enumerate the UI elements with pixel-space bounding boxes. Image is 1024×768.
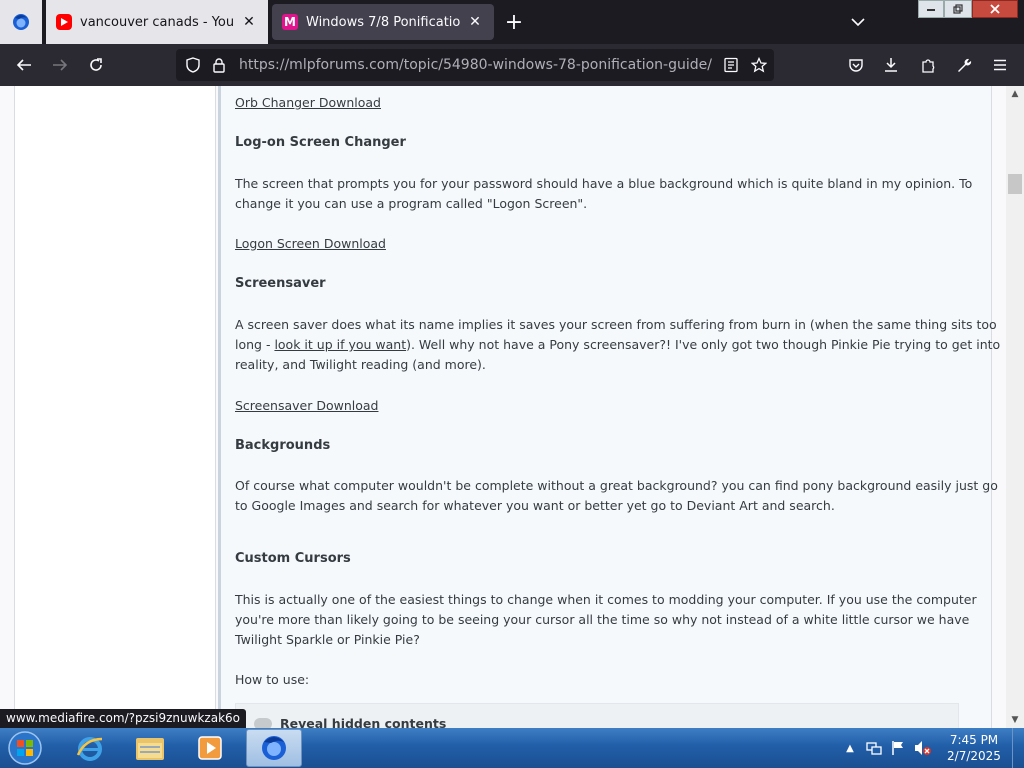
youtube-icon xyxy=(56,14,72,30)
minimize-button[interactable] xyxy=(918,0,944,18)
logon-heading: Log-on Screen Changer xyxy=(235,135,406,150)
logon-text-line: change it you can use a program called "… xyxy=(235,196,588,211)
network-icon[interactable] xyxy=(864,734,884,762)
screensaver-text-line: A screen saver does what its name implie… xyxy=(235,317,997,332)
forward-button[interactable] xyxy=(46,51,74,79)
restore-button[interactable] xyxy=(944,0,972,18)
url-path: /topic/54980-windows-78-ponification-gui… xyxy=(399,57,712,73)
tracking-protection-shield-icon[interactable] xyxy=(181,53,205,77)
extensions-button[interactable] xyxy=(914,51,942,79)
backgrounds-heading: Backgrounds xyxy=(235,438,331,453)
link-status-tooltip: www.mediafire.com/?pzsi9znuwkzak6o xyxy=(0,709,246,729)
clock-time: 7:45 PM xyxy=(949,733,999,747)
cursors-text-line: you're more than likely going to be seei… xyxy=(235,612,970,627)
custom-cursors-heading: Custom Cursors xyxy=(235,551,351,566)
look-it-up-link[interactable]: look it up if you want xyxy=(274,337,406,352)
scrollbar-thumb[interactable] xyxy=(1008,174,1022,194)
logon-screen-download-link[interactable]: Logon Screen Download xyxy=(235,236,386,251)
url-scheme-host: https://mlpforums.com xyxy=(239,57,400,73)
tab-youtube[interactable]: vancouver canads - YouTube ✕ xyxy=(46,0,268,44)
reload-icon xyxy=(90,58,102,71)
mlpforums-icon: M xyxy=(282,14,298,30)
media-player-taskbar-button[interactable] xyxy=(182,729,238,767)
scroll-up-arrow-icon[interactable]: ▲ xyxy=(1006,86,1024,102)
reload-button[interactable] xyxy=(82,51,110,79)
pocket-button[interactable] xyxy=(842,51,870,79)
toggle-eye-icon xyxy=(254,718,272,728)
backgrounds-text-line: to Google Images and search for whatever… xyxy=(235,498,835,513)
backgrounds-text-line: Of course what computer wouldn't be comp… xyxy=(235,478,998,493)
windows-orb-icon xyxy=(8,731,42,765)
clock-date: 2/7/2025 xyxy=(947,749,1001,763)
restore-icon xyxy=(953,4,963,14)
download-icon xyxy=(885,58,897,72)
screensaver-download-link[interactable]: Screensaver Download xyxy=(235,398,378,413)
tab-title: vancouver canads - YouTube xyxy=(80,14,234,30)
show-desktop-button[interactable] xyxy=(1012,728,1024,768)
page-scrollbar[interactable]: ▲ ▼ xyxy=(1006,86,1024,728)
text-fragment: long - xyxy=(235,337,275,352)
tab-title: Windows 7/8 Ponification Guide xyxy=(306,14,460,30)
screensaver-heading: Screensaver xyxy=(235,276,326,291)
tab-mlpforums[interactable]: M Windows 7/8 Ponification Guide ✕ xyxy=(272,4,494,40)
close-icon xyxy=(990,4,1000,14)
url-text[interactable]: https://mlpforums.com/topic/54980-window… xyxy=(239,57,712,73)
folder-icon xyxy=(136,738,164,760)
start-button[interactable] xyxy=(4,730,46,766)
back-arrow-icon xyxy=(16,59,31,71)
back-button[interactable] xyxy=(10,51,38,79)
action-center-flag-icon[interactable] xyxy=(888,734,908,762)
close-tab-icon[interactable]: ✕ xyxy=(466,14,484,30)
how-to-use-label: How to use: xyxy=(235,672,310,687)
show-hidden-icons-button[interactable]: ▲ xyxy=(842,734,858,762)
address-bar[interactable]: https://mlpforums.com/topic/54980-window… xyxy=(176,49,774,81)
hamburger-menu-icon xyxy=(994,59,1006,71)
reveal-hidden-contents-spoiler[interactable]: Reveal hidden contents xyxy=(235,703,959,728)
volume-muted-icon[interactable] xyxy=(912,734,934,762)
close-window-button[interactable] xyxy=(972,0,1018,18)
windows-taskbar: ▲ 7:45 PM 2/7/2025 xyxy=(0,728,1024,768)
page-viewport: Orb Changer Download Log-on Screen Chang… xyxy=(0,86,1024,728)
puzzle-piece-icon xyxy=(922,59,935,73)
firefox-taskbar-button[interactable] xyxy=(246,729,302,767)
screensaver-text-line: long - look it up if you want). Well why… xyxy=(235,335,1000,355)
cursors-text-line: This is actually one of the easiest thin… xyxy=(235,592,977,607)
minimize-icon xyxy=(927,9,935,11)
lock-icon[interactable] xyxy=(207,53,231,77)
navigation-toolbar: https://mlpforums.com/topic/54980-window… xyxy=(0,44,1024,86)
close-tab-icon[interactable]: ✕ xyxy=(240,14,258,30)
pocket-icon xyxy=(849,59,863,72)
reader-view-icon[interactable] xyxy=(719,53,743,77)
wrench-icon xyxy=(958,58,972,72)
firefox-icon xyxy=(262,736,286,760)
new-tab-button[interactable]: + xyxy=(500,8,528,36)
firefox-icon xyxy=(13,14,29,30)
media-player-icon xyxy=(198,736,222,760)
internet-explorer-taskbar-button[interactable] xyxy=(62,729,118,767)
file-explorer-taskbar-button[interactable] xyxy=(122,729,178,767)
logon-text-line: The screen that prompts you for your pas… xyxy=(235,176,973,191)
list-all-tabs-button[interactable] xyxy=(846,8,870,36)
screensaver-text-line: reality, and Twilight reading (and more)… xyxy=(235,357,486,372)
downloads-button[interactable] xyxy=(877,51,905,79)
forward-arrow-icon xyxy=(53,59,68,71)
developer-tools-button[interactable] xyxy=(950,51,978,79)
app-menu-button[interactable] xyxy=(986,51,1014,79)
tab-strip: vancouver canads - YouTube ✕ M Windows 7… xyxy=(0,0,1024,44)
reveal-label: Reveal hidden contents xyxy=(280,716,447,728)
author-sidebar xyxy=(14,86,216,728)
system-clock[interactable]: 7:45 PM 2/7/2025 xyxy=(942,732,1006,764)
text-fragment: ). Well why not have a Pony screensaver?… xyxy=(406,337,1001,352)
firefox-view-button[interactable] xyxy=(0,0,42,44)
chevron-down-icon xyxy=(851,18,865,27)
orb-changer-download-link[interactable]: Orb Changer Download xyxy=(235,95,381,110)
bookmark-star-icon[interactable] xyxy=(747,53,771,77)
cursors-text-line: Twilight Sparkle or Pinkie Pie? xyxy=(235,632,420,647)
internet-explorer-icon xyxy=(76,737,103,761)
scroll-down-arrow-icon[interactable]: ▼ xyxy=(1006,712,1024,728)
